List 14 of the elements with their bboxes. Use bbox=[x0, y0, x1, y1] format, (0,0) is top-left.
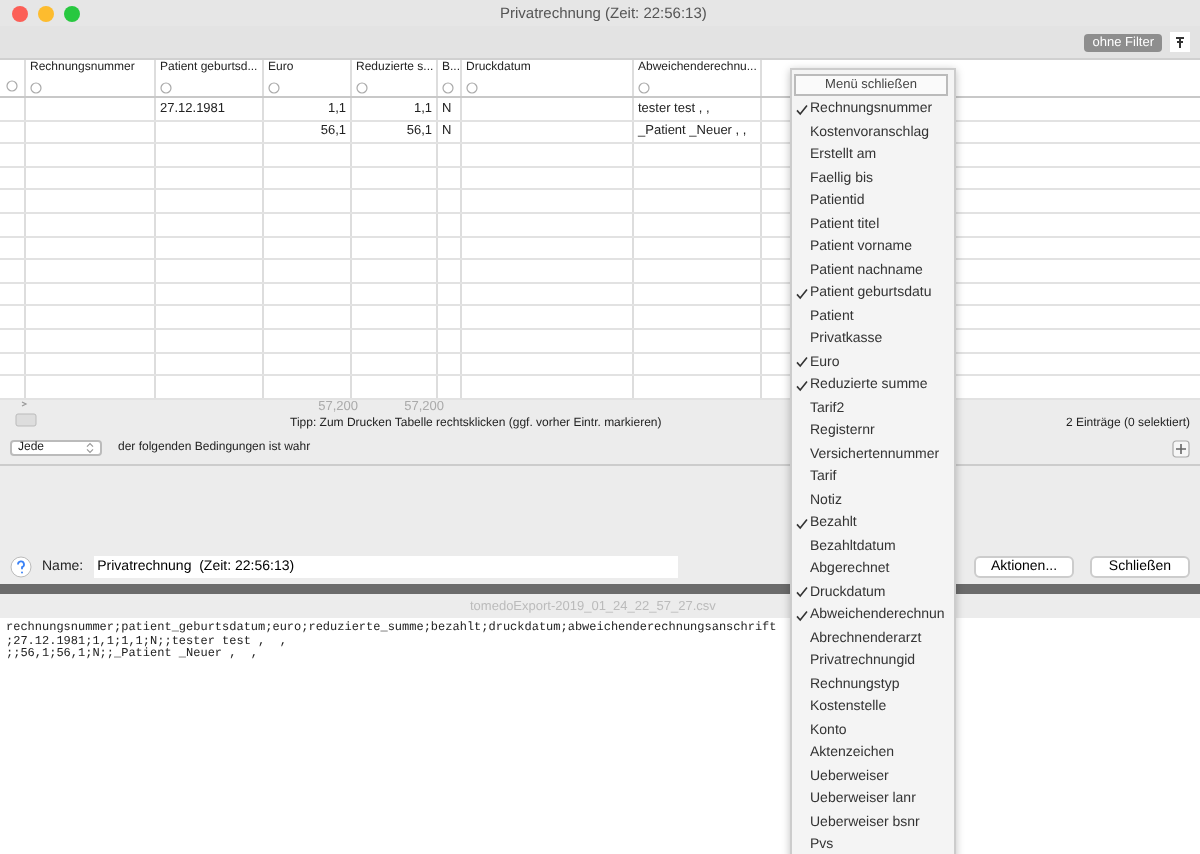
add-icon[interactable] bbox=[1172, 439, 1190, 458]
stepper-icon bbox=[86, 442, 94, 455]
close-icon[interactable] bbox=[12, 5, 28, 21]
radio-icon[interactable] bbox=[160, 82, 172, 94]
minimize-icon[interactable] bbox=[38, 5, 54, 21]
pin-icon[interactable] bbox=[1170, 32, 1190, 52]
radio-icon[interactable] bbox=[356, 82, 368, 94]
check-icon bbox=[795, 103, 807, 116]
check-icon bbox=[795, 517, 807, 530]
radio-icon[interactable] bbox=[638, 82, 650, 94]
maximize-icon[interactable] bbox=[64, 5, 80, 21]
radio-icon[interactable] bbox=[268, 82, 280, 94]
check-icon bbox=[795, 287, 807, 300]
help-icon[interactable] bbox=[10, 556, 32, 578]
